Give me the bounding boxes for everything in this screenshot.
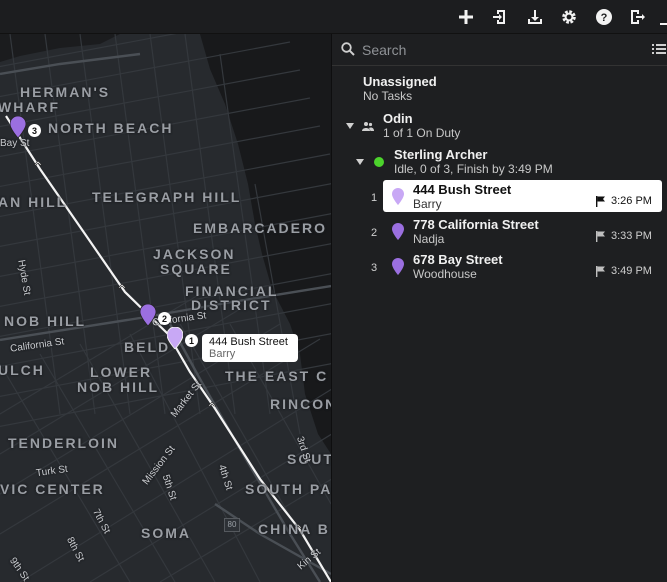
map-marker-2-badge: 2 [158,312,171,325]
worker-name: Sterling Archer [394,147,488,162]
map-label-telegraph-hill: TELEGRAPH HILL [92,189,242,205]
import-icon[interactable] [489,6,511,28]
top-toolbar: ? [0,0,667,34]
map-label-soma: SOMA [141,525,191,541]
menu-icon[interactable] [658,6,667,28]
map-label-embarcadero: EMBARCADERO [193,220,327,236]
map-label-belden: BELD [124,339,171,355]
task-address: 678 Bay Street [413,252,503,267]
team-icon [362,122,374,131]
search-icon [341,42,355,56]
map-label-russian-hill: AN HILL [0,194,68,210]
map-marker-1-badge: 1 [185,334,198,347]
task-pin-icon [392,258,404,275]
task-recipient: Nadja [413,232,445,246]
team-name: Odin [383,111,413,126]
worker-sterling-archer[interactable]: Sterling Archer Idle, 0 of 3, Finish by … [394,147,553,176]
unassigned-section[interactable]: Unassigned No Tasks [363,74,437,103]
team-collapse-caret-icon[interactable] [346,123,354,129]
task-pin-icon [392,188,404,205]
map-label-square: SQUARE [160,261,232,277]
list-view-icon[interactable] [652,42,666,56]
task-row[interactable]: 678 Bay Street Woodhouse 3:49 PM [383,250,662,282]
search-input[interactable] [362,40,632,60]
map-label-jackson: JACKSON [153,246,236,262]
map-label-wharf: WHARF [0,99,61,115]
map-label-north-beach: NORTH BEACH [48,120,174,136]
worker-status-dot [374,157,384,167]
map-view[interactable]: HERMAN'S WHARF NORTH BEACH AN HILL TELEG… [0,34,331,582]
task-number: 2 [371,227,378,239]
map-marker-2[interactable] [140,304,156,326]
map-label-lower-nob-hill: NOB HILL [77,379,160,395]
tooltip-recipient: Barry [209,348,236,360]
task-recipient: Barry [413,197,442,211]
search-bar [332,34,667,66]
map-label-tenderloin: TENDERLOIN [8,435,119,451]
task-number: 3 [371,262,378,274]
gear-icon[interactable] [558,6,580,28]
task-number: 1 [371,192,378,204]
unassigned-subtitle: No Tasks [363,89,413,103]
plus-icon[interactable] [455,6,477,28]
map-marker-3[interactable] [10,116,26,138]
task-pin-icon [392,223,404,240]
map-label-south-park: SOUTH PA [245,481,331,497]
map-label-tenderloin-gulch: ULCH [0,362,45,378]
map-marker-tooltip: 444 Bush Street Barry [202,334,298,362]
tooltip-address: 444 Bush Street [209,336,288,348]
map-label-east-cut: THE EAST C [225,368,329,384]
dispatch-sidebar: Unassigned No Tasks Odin 1 of 1 On Duty … [331,34,667,582]
map-label-lower: LOWER [90,364,153,380]
flag-icon [596,231,605,242]
worker-collapse-caret-icon[interactable] [356,159,364,165]
svg-text:?: ? [601,12,608,24]
map-label-civic-center: VIC CENTER [0,481,105,497]
task-address: 778 California Street [413,217,539,232]
help-icon[interactable]: ? [593,6,615,28]
map-marker-1[interactable] [167,327,183,349]
task-recipient: Woodhouse [413,267,477,281]
task-address: 444 Bush Street [413,182,512,197]
download-icon[interactable] [524,6,546,28]
worker-status: Idle, 0 of 3, Finish by 3:49 PM [394,162,553,176]
task-row[interactable]: 778 California Street Nadja 3:33 PM [383,215,662,247]
street-label-bay: Bay St [0,138,30,149]
task-eta: 3:49 PM [611,265,652,277]
team-duty-status: 1 of 1 On Duty [383,126,461,140]
task-eta: 3:33 PM [611,230,652,242]
map-label-china-basin: CHINA B [258,521,330,537]
flag-icon [596,196,605,207]
logout-icon[interactable] [627,6,649,28]
map-label-nob-hill: NOB HILL [4,313,87,329]
task-row[interactable]: 444 Bush Street Barry 3:26 PM [383,180,662,212]
flag-icon [596,266,605,277]
unassigned-title: Unassigned [363,74,437,89]
task-eta: 3:26 PM [611,195,652,207]
map-label-rincon: RINCON [270,396,331,412]
map-canvas [0,34,331,582]
highway-shield: 80 [224,518,240,532]
map-marker-3-badge: 3 [28,124,41,137]
map-label-fishermans: HERMAN'S [20,84,111,100]
team-odin[interactable]: Odin 1 of 1 On Duty [383,111,460,140]
